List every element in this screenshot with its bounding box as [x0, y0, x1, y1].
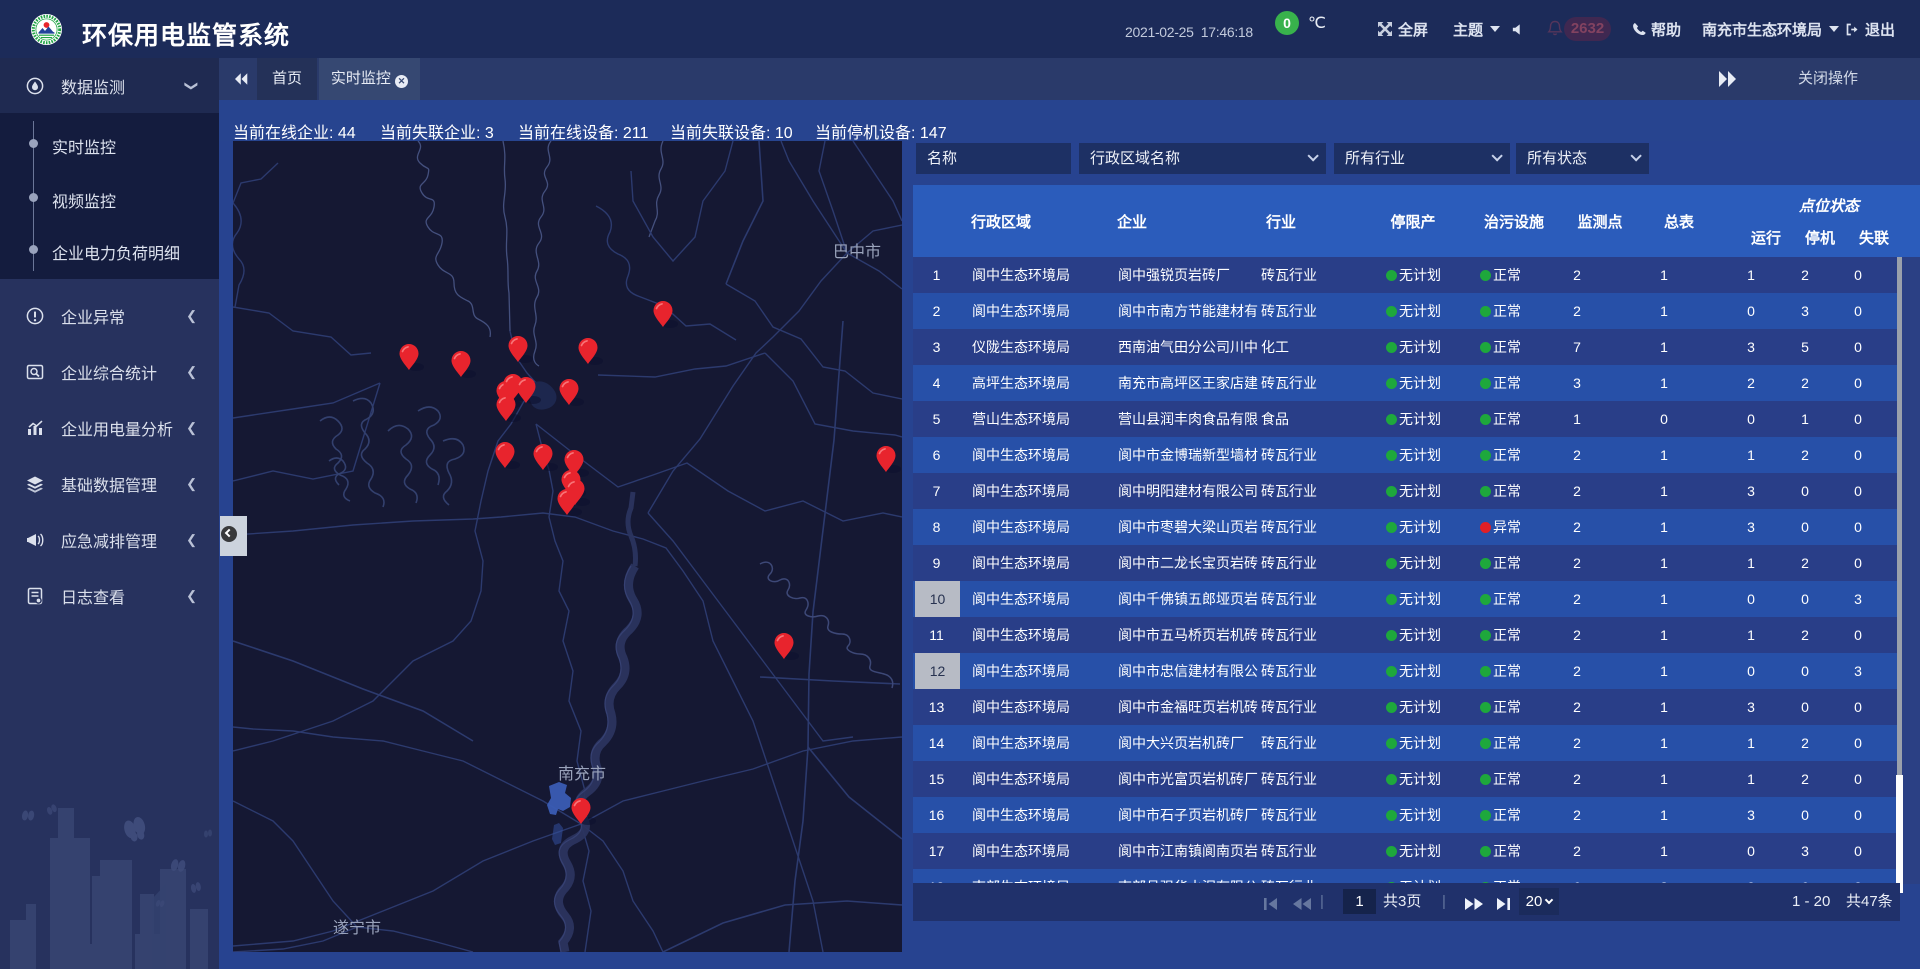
svg-text:遂宁市: 遂宁市: [333, 919, 381, 937]
svg-text:南充市: 南充市: [558, 765, 606, 783]
svg-text:巴中市: 巴中市: [833, 243, 881, 261]
